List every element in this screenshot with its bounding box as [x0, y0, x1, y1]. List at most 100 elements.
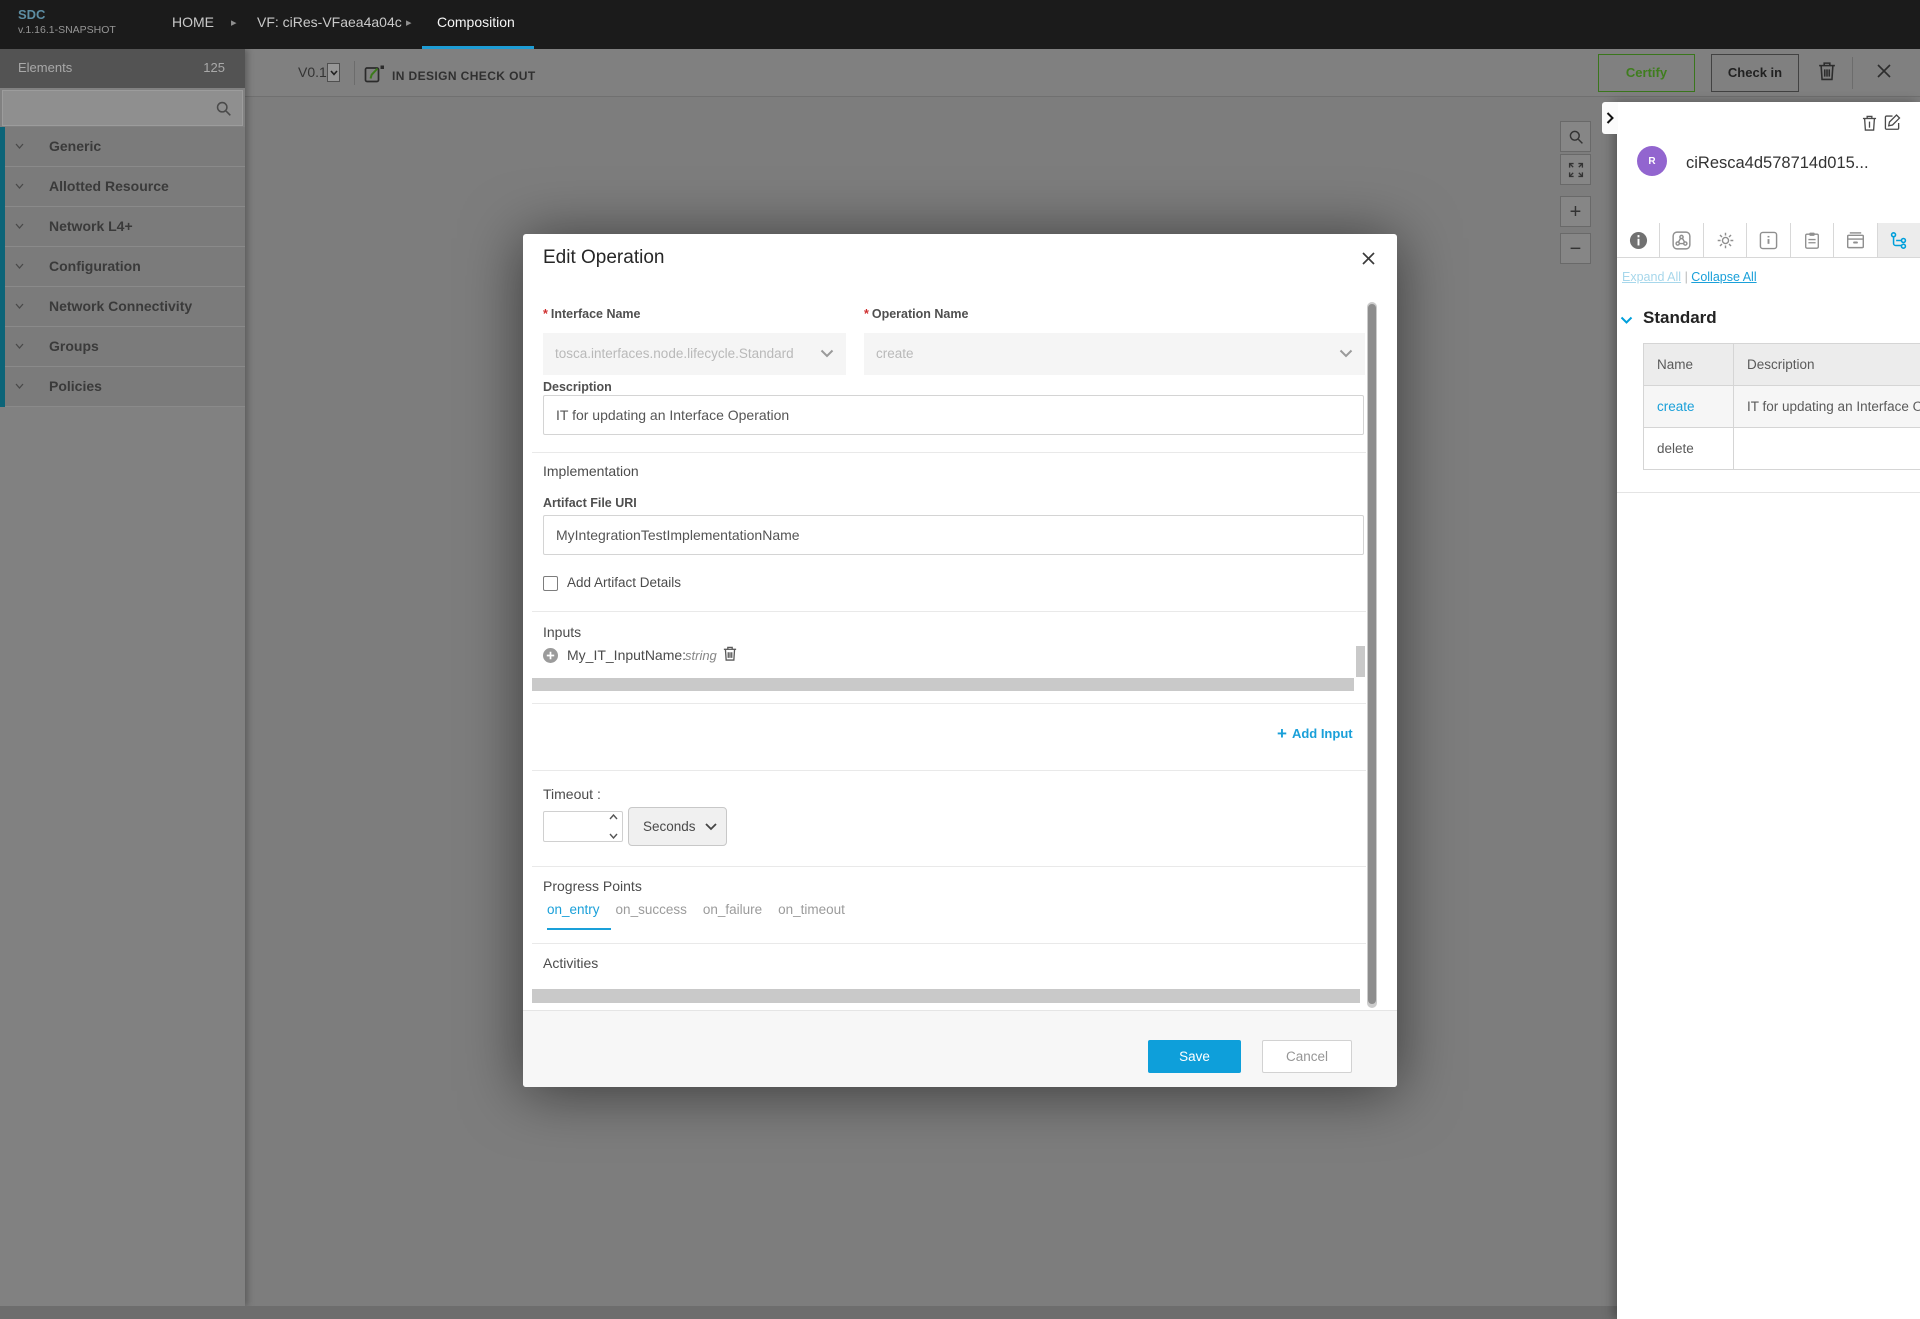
- lifecycle-status-label: IN DESIGN CHECK OUT: [392, 69, 536, 83]
- add-input-button[interactable]: +Add Input: [1277, 724, 1353, 744]
- progress-points-label: Progress Points: [543, 878, 642, 894]
- cancel-button[interactable]: Cancel: [1262, 1040, 1352, 1073]
- zoom-in-button[interactable]: +: [1560, 196, 1591, 227]
- active-progress-tab-underline: [547, 928, 611, 930]
- artifacts-icon: [1672, 231, 1691, 250]
- operation-create-link[interactable]: create: [1657, 399, 1695, 414]
- delete-input-icon[interactable]: [723, 645, 737, 662]
- required-mark: *: [543, 307, 548, 321]
- breadcrumb-arrow-icon: ▸: [231, 16, 237, 29]
- plus-icon: +: [1277, 724, 1287, 743]
- sidebar-item-network-l4[interactable]: Network L4+: [0, 207, 245, 247]
- panel-divider: [1617, 492, 1920, 493]
- category-accent-bar: [0, 127, 5, 167]
- collapse-all-link[interactable]: Collapse All: [1691, 270, 1756, 284]
- divider: [532, 452, 1366, 453]
- implementation-section-label: Implementation: [543, 463, 639, 479]
- panel-tab-bar: [1617, 223, 1920, 258]
- operation-name-select[interactable]: create: [864, 333, 1365, 375]
- tab-on-timeout[interactable]: on_timeout: [778, 902, 845, 917]
- edit-operation-modal: Edit Operation *Interface Name *Operatio…: [523, 234, 1397, 1087]
- archive-box-icon: [1846, 231, 1865, 250]
- tab-artifacts[interactable]: [1660, 223, 1703, 257]
- breadcrumb-composition[interactable]: Composition: [437, 14, 515, 30]
- tab-tosca-information[interactable]: [1747, 223, 1790, 257]
- elements-sidebar: Elements 125 Generic Allotted Resource: [0, 49, 245, 1306]
- tab-on-success[interactable]: on_success: [616, 902, 687, 917]
- canvas-search-button[interactable]: [1560, 121, 1591, 152]
- save-button[interactable]: Save: [1148, 1040, 1241, 1073]
- elements-search[interactable]: [2, 90, 243, 126]
- input-type: string: [685, 648, 717, 663]
- sidebar-item-allotted-resource[interactable]: Allotted Resource: [0, 167, 245, 207]
- table-row[interactable]: create IT for updating an Interface Oper…: [1644, 386, 1920, 428]
- category-accent-bar: [0, 167, 5, 207]
- panel-collapse-button[interactable]: [1602, 102, 1618, 134]
- category-accent-bar: [0, 327, 5, 367]
- check-in-button[interactable]: Check in: [1711, 54, 1799, 92]
- chevron-down-icon: [15, 223, 24, 230]
- chevron-right-icon: [1606, 112, 1614, 124]
- delete-component-icon[interactable]: [1862, 114, 1877, 132]
- certify-button[interactable]: Certify: [1598, 54, 1695, 92]
- add-artifact-details-checkbox[interactable]: [543, 576, 558, 591]
- breadcrumb-home[interactable]: HOME: [172, 14, 214, 30]
- search-icon: [215, 100, 232, 117]
- interface-name-select[interactable]: tosca.interfaces.node.lifecycle.Standard: [543, 333, 846, 375]
- expand-input-icon[interactable]: [543, 648, 558, 663]
- add-artifact-details-label: Add Artifact Details: [567, 575, 681, 590]
- timeout-unit-select[interactable]: Seconds: [628, 807, 727, 846]
- sidebar-item-label: Configuration: [49, 258, 141, 274]
- divider: [532, 770, 1366, 771]
- sidebar-item-label: Groups: [49, 338, 99, 354]
- sidebar-item-network-connectivity[interactable]: Network Connectivity: [0, 287, 245, 327]
- sidebar-item-generic[interactable]: Generic: [0, 127, 245, 167]
- info-circle-icon: [1629, 231, 1648, 250]
- section-chevron-down-icon[interactable]: [1620, 316, 1633, 325]
- sidebar-item-policies[interactable]: Policies: [0, 367, 245, 407]
- clipboard-icon: [1803, 231, 1821, 250]
- activities-horizontal-scrollbar[interactable]: [532, 989, 1360, 1003]
- inputs-horizontal-scrollbar[interactable]: [532, 678, 1354, 691]
- elements-count-badge: 125: [203, 60, 225, 75]
- close-workspace-icon[interactable]: [1876, 63, 1892, 79]
- composition-toolbar: V0.1 IN DESIGN CHECK OUT Certify Check i…: [0, 49, 1920, 97]
- version-dropdown[interactable]: [327, 63, 340, 82]
- chevron-up-icon: [609, 814, 618, 820]
- canvas-bottom-edge: [0, 1306, 1617, 1319]
- tab-settings[interactable]: [1704, 223, 1747, 257]
- tab-operations[interactable]: [1878, 223, 1920, 257]
- description-input[interactable]: [543, 395, 1364, 435]
- tab-on-entry[interactable]: on_entry: [547, 902, 600, 917]
- modal-scrollbar-thumb[interactable]: [1368, 304, 1376, 1004]
- inputs-vertical-scrollbar[interactable]: [1356, 646, 1365, 677]
- breadcrumb-vf[interactable]: VF: ciRes-VFaea4a04c: [257, 14, 402, 30]
- avatar: R: [1637, 146, 1667, 176]
- tab-requirements-capabilities[interactable]: [1791, 223, 1834, 257]
- component-title: ciResca4d578714d015...: [1686, 154, 1869, 173]
- check-out-icon: [364, 64, 385, 84]
- edit-component-icon[interactable]: [1884, 113, 1901, 131]
- sidebar-item-groups[interactable]: Groups: [0, 327, 245, 367]
- sidebar-item-configuration[interactable]: Configuration: [0, 247, 245, 287]
- artifact-file-uri-input[interactable]: [543, 515, 1364, 555]
- delete-icon[interactable]: [1818, 60, 1836, 82]
- expand-all-link[interactable]: Expand All: [1622, 270, 1681, 284]
- canvas-fit-screen-button[interactable]: [1560, 154, 1591, 185]
- chevron-down-icon: [609, 833, 618, 839]
- top-nav: SDC v.1.16.1-SNAPSHOT HOME ▸ VF: ciRes-V…: [0, 0, 1920, 49]
- zoom-out-button[interactable]: −: [1560, 233, 1591, 264]
- chevron-down-icon: [15, 143, 24, 150]
- timeout-stepper[interactable]: [607, 814, 620, 839]
- close-icon[interactable]: [1361, 251, 1376, 266]
- operations-workflow-icon: [1889, 231, 1908, 250]
- gear-icon: [1716, 231, 1735, 250]
- tab-on-failure[interactable]: on_failure: [703, 902, 762, 917]
- sidebar-item-label: Allotted Resource: [49, 178, 169, 194]
- tab-information[interactable]: [1617, 223, 1660, 257]
- category-accent-bar: [0, 287, 5, 327]
- elements-title: Elements: [18, 60, 72, 75]
- table-row[interactable]: delete: [1644, 428, 1920, 470]
- tab-deployment-artifacts[interactable]: [1834, 223, 1877, 257]
- search-input[interactable]: [3, 91, 218, 125]
